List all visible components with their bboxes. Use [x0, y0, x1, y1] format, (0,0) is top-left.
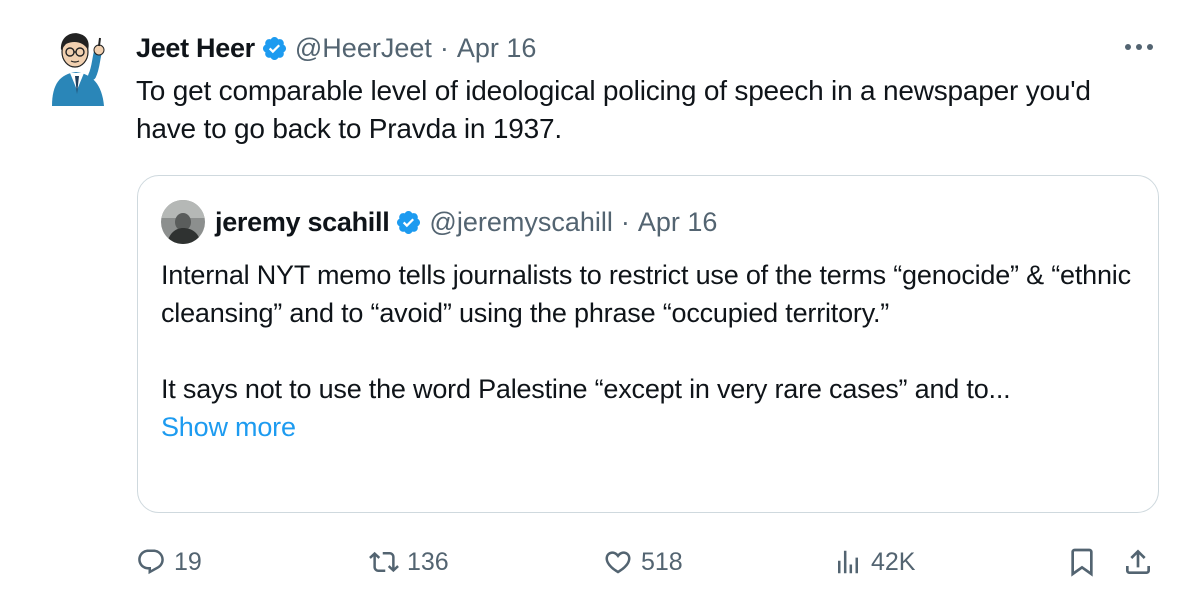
like-icon: [605, 551, 631, 574]
tweet: Jeet Heer @HeerJeet · Apr 16 To get comp…: [0, 0, 1200, 606]
quoted-author-avatar[interactable]: [161, 200, 205, 244]
share-icon[interactable]: [1122, 546, 1154, 578]
quoted-author-handle[interactable]: @jeremyscahill: [429, 207, 612, 238]
tweet-date[interactable]: Apr 16: [457, 33, 537, 64]
views-button[interactable]: 42K: [833, 540, 915, 584]
separator: ·: [620, 206, 630, 237]
show-more-link[interactable]: Show more: [161, 408, 1141, 446]
repost-button[interactable]: 136: [369, 540, 449, 584]
reply-button[interactable]: 19: [136, 540, 202, 584]
quoted-tweet-header: jeremy scahill @jeremyscahill · Apr 16: [161, 200, 718, 244]
reply-count: 19: [174, 547, 202, 576]
tweet-text: To get comparable level of ideological p…: [136, 75, 1091, 144]
author-name[interactable]: Jeet Heer: [136, 33, 255, 64]
verified-badge-icon: [395, 209, 422, 236]
views-count: 42K: [871, 547, 916, 576]
tweet-header: Jeet Heer @HeerJeet · Apr 16: [136, 30, 536, 66]
separator: ·: [439, 32, 449, 63]
like-button[interactable]: 518: [603, 540, 683, 584]
bookmark-icon[interactable]: [1066, 546, 1098, 578]
quoted-paragraph-1: Internal NYT memo tells journalists to r…: [161, 260, 1131, 328]
action-bar: 19 136 518 42K: [0, 540, 1200, 584]
quoted-tweet-date[interactable]: Apr 16: [638, 207, 718, 238]
repost-icon: [369, 551, 399, 573]
author-avatar[interactable]: [46, 28, 108, 106]
quoted-tweet[interactable]: jeremy scahill @jeremyscahill · Apr 16 I…: [137, 175, 1159, 513]
quoted-tweet-text: Internal NYT memo tells journalists to r…: [161, 256, 1141, 446]
more-icon[interactable]: [1122, 34, 1156, 60]
repost-count: 136: [407, 547, 449, 576]
like-count: 518: [641, 547, 683, 576]
author-handle[interactable]: @HeerJeet: [295, 33, 432, 64]
quoted-author-name[interactable]: jeremy scahill: [215, 207, 390, 238]
verified-badge-icon: [261, 35, 288, 62]
quoted-paragraph-2: It says not to use the word Palestine “e…: [161, 374, 1011, 404]
reply-icon: [138, 549, 164, 575]
views-icon: [838, 550, 858, 574]
